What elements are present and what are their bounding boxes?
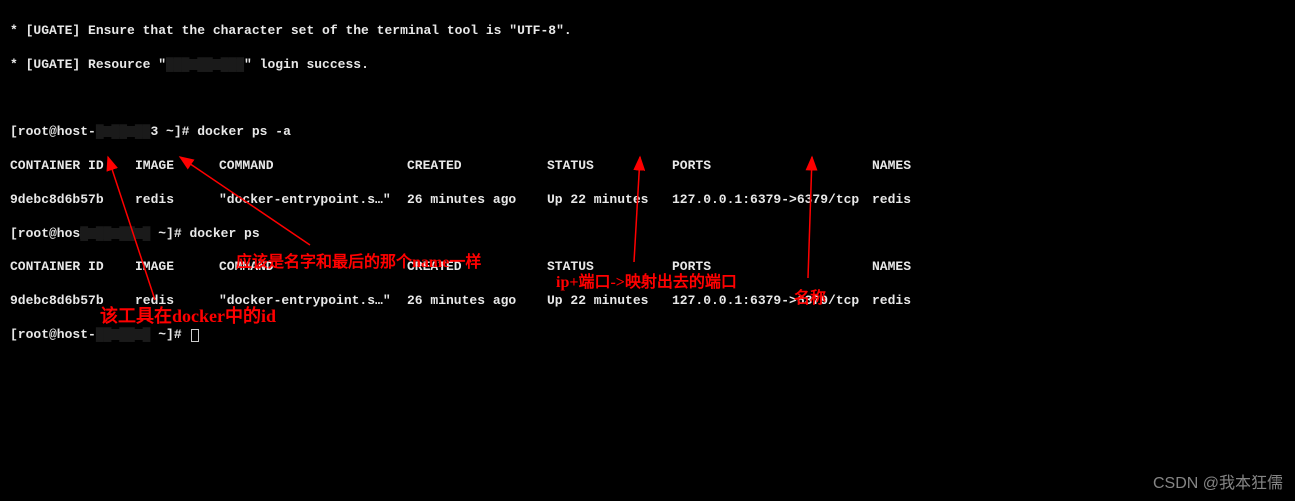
- table-header-row: CONTAINER IDIMAGECOMMANDCREATEDSTATUSPOR…: [10, 158, 1285, 175]
- prompt-line-3[interactable]: [root@host-██ ██ █ ~]#: [10, 327, 1285, 344]
- col-header-names: NAMES: [872, 158, 911, 175]
- annotation-names-label: 名称: [794, 284, 826, 308]
- col-header-created: CREATED: [407, 158, 547, 175]
- header-line-2: * [UGATE] Resource "███ ██ ███" login su…: [10, 57, 1285, 74]
- cell-command: "docker-entrypoint.s…": [219, 192, 407, 209]
- cell-ports: 127.0.0.1:6379->6379/tcp: [672, 192, 872, 209]
- cell-created: 26 minutes ago: [407, 293, 547, 310]
- redacted-text: ███ ██ ███: [166, 59, 244, 70]
- header-line-1: * [UGATE] Ensure that the character set …: [10, 23, 1285, 40]
- cell-container-id: 9debc8d6b57b: [10, 192, 135, 209]
- col-header-status: STATUS: [547, 158, 672, 175]
- cell-names: redis: [872, 192, 911, 209]
- watermark: CSDN @我本狂儒: [1153, 469, 1283, 493]
- col-header-container-id: CONTAINER ID: [10, 259, 135, 276]
- col-header-image: IMAGE: [135, 259, 219, 276]
- command-text: docker ps -a: [197, 124, 291, 139]
- cell-status: Up 22 minutes: [547, 192, 672, 209]
- cell-image: redis: [135, 192, 219, 209]
- redacted-text: █ ██ ██: [96, 126, 151, 137]
- annotation-ports-label: ip+端口->映射出去的端口: [556, 268, 737, 292]
- prompt-line-1: [root@host-█ ██ ██3 ~]# docker ps -a: [10, 124, 1285, 141]
- col-header-container-id: CONTAINER ID: [10, 158, 135, 175]
- cell-status: Up 22 minutes: [547, 293, 672, 310]
- command-text: docker ps: [189, 226, 259, 241]
- cursor-icon: [191, 329, 199, 342]
- prompt-line-2: [root@hos█ ██ ██ █ ~]# docker ps: [10, 226, 1285, 243]
- table-row: 9debc8d6b57bredis"docker-entrypoint.s…"2…: [10, 192, 1285, 209]
- col-header-ports: PORTS: [672, 158, 872, 175]
- cell-created: 26 minutes ago: [407, 192, 547, 209]
- redacted-text: █ ██ ██ █: [80, 228, 150, 239]
- col-header-command: COMMAND: [219, 158, 407, 175]
- annotation-id-label: 该工具在docker中的id: [100, 302, 276, 328]
- annotation-image-label: 应该是名字和最后的那个name一样: [236, 248, 481, 272]
- redacted-text: ██ ██ █: [96, 329, 151, 340]
- col-header-image: IMAGE: [135, 158, 219, 175]
- col-header-names: NAMES: [872, 259, 911, 276]
- cell-names: redis: [872, 293, 911, 310]
- cell-ports: 127.0.0.1:6379->6379/tcp: [672, 293, 872, 310]
